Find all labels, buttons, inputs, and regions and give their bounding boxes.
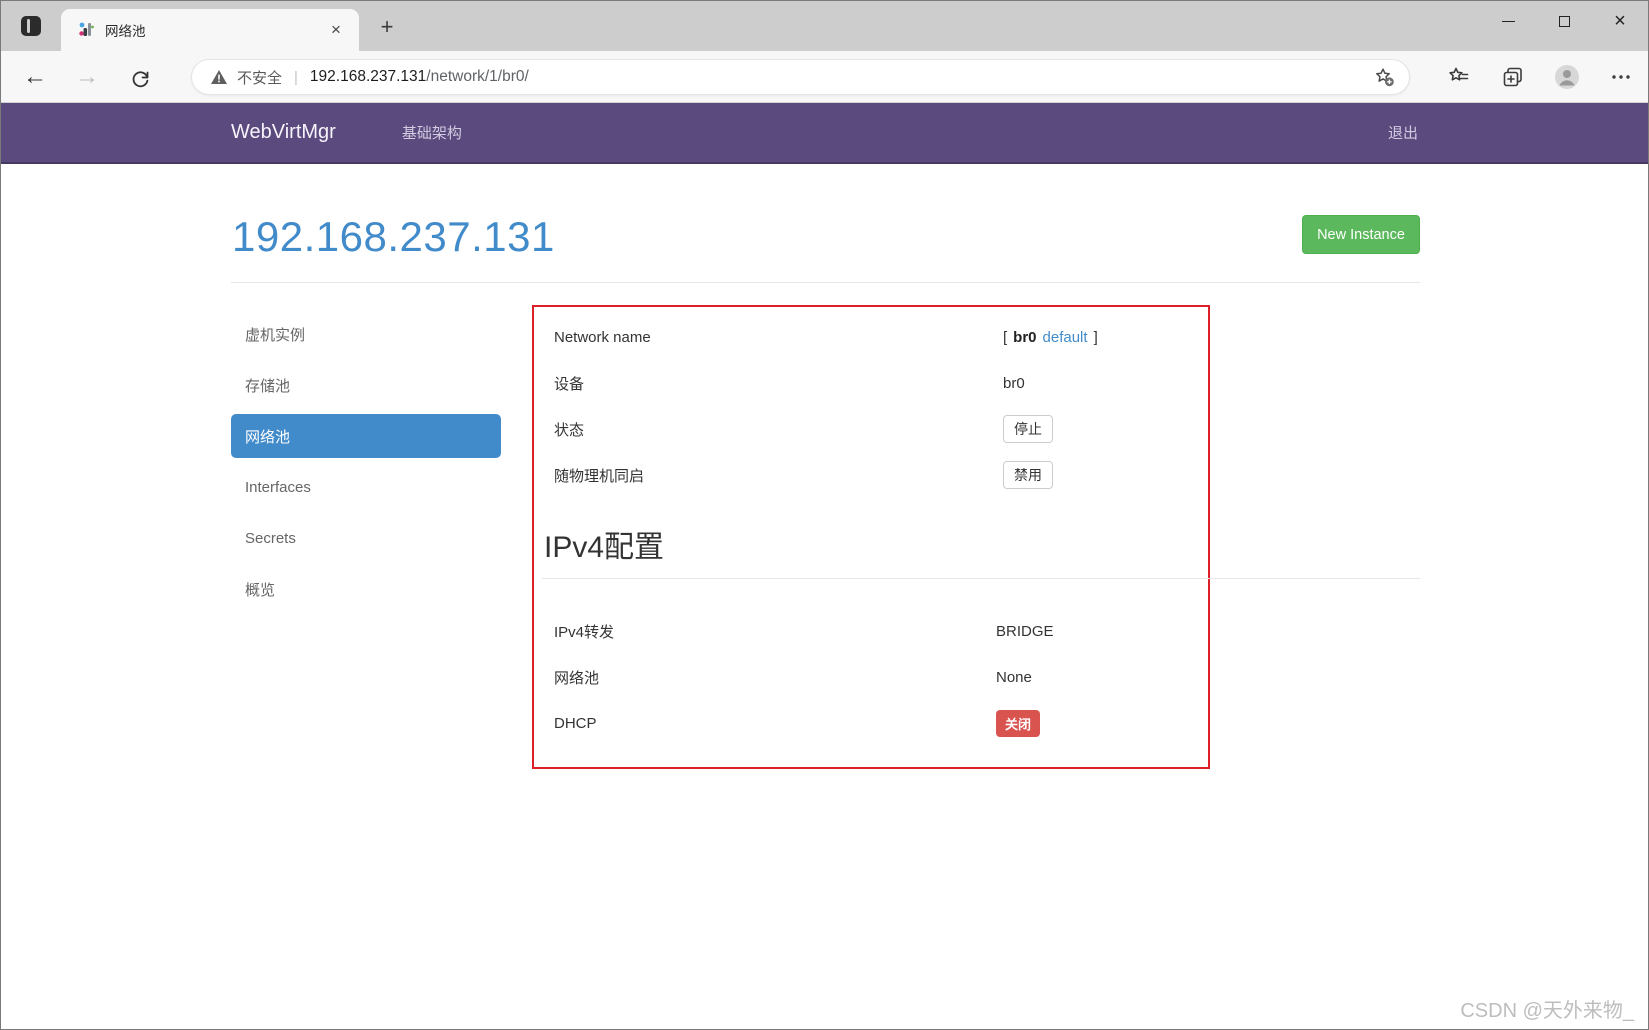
nav-item-infrastructure[interactable]: 基础架构 [402,122,462,143]
warning-icon [210,69,228,85]
tab-actions-icon[interactable] [18,14,44,38]
bracket-close: ] [1093,328,1098,346]
row-autostart: 随物理机同启 禁用 [534,452,1208,498]
network-detail-section: Network name [ br0 default] 设备 br0 状态 停止 随… [534,314,1208,498]
address-bar[interactable]: 不安全 | 192.168.237.131/network/1/br0/ [191,59,1410,95]
sidebar-item-secrets[interactable]: Secrets [231,513,501,564]
row-label: DHCP [554,714,597,732]
state-stop-button[interactable]: 停止 [1003,415,1053,443]
sidebar-nav: 虚机实例 存储池 网络池 Interfaces Secrets 概览 [231,309,501,615]
browser-titlebar: 网络池 × + × [1,1,1648,51]
row-device: 设备 br0 [534,360,1208,406]
refresh-icon [132,70,148,87]
row-label: 网络池 [554,669,600,687]
row-label: 状态 [554,421,585,439]
url-path: /network/1/br0/ [426,68,529,85]
back-button[interactable]: ← [15,51,55,103]
row-label: 随物理机同启 [554,467,645,485]
browser-tab[interactable]: 网络池 × [61,9,359,51]
network-name-value: br0 [1013,328,1037,346]
row-label: Network name [554,328,651,346]
browser-toolbar: ← → 不安全 | 192.168.237.131/network/1/br0/ [1,51,1648,103]
favorites-hub-icon[interactable] [1446,64,1472,90]
maximize-icon [1558,15,1570,27]
dhcp-status-badge: 关闭 [996,709,1041,737]
row-value: [ br0 default] [1003,329,1098,346]
sidebar-item-networks[interactable]: 网络池 [231,414,501,458]
browser-window: 网络池 × + × ← → 不安全 | 192.168.237.131/netw… [0,0,1649,1030]
new-tab-button[interactable]: + [373,14,401,40]
autostart-disable-button[interactable]: 禁用 [1003,461,1053,489]
url-text[interactable]: 192.168.237.131/network/1/br0/ [310,68,529,86]
row-network-pool: 网络池 None [534,654,1208,700]
ipv4-forward-value: BRIDGE [996,622,1054,640]
device-value: br0 [1003,374,1025,392]
close-icon: × [1614,10,1626,32]
sidebar-item-overview[interactable]: 概览 [231,564,501,615]
row-label: IPv4转发 [554,623,615,641]
window-controls: × [1480,1,1648,41]
sidebar-item-interfaces[interactable]: Interfaces [231,462,501,513]
bookmark-star-icon[interactable] [1373,66,1395,88]
window-minimize-button[interactable] [1480,1,1536,41]
url-host: 192.168.237.131 [309,68,427,85]
url-separator: | [294,68,298,86]
collections-icon[interactable] [1500,64,1526,90]
settings-more-icon[interactable] [1608,64,1634,90]
sidebar-item-storages[interactable]: 存储池 [231,360,501,411]
app-brand[interactable]: WebVirtMgr [231,121,336,144]
profile-avatar-icon[interactable] [1554,64,1580,90]
minimize-icon [1501,20,1515,22]
refresh-button[interactable] [125,63,155,93]
row-label: 设备 [554,375,585,393]
new-instance-button[interactable]: New Instance [1302,215,1420,254]
bracket-open: [ [1003,328,1008,346]
favicon [77,21,95,39]
row-dhcp: DHCP 关闭 [534,700,1208,746]
annotation-highlight-box: Network name [ br0 default] 设备 br0 状态 停止 随… [532,305,1210,769]
ipv4-section-heading: IPv4配置 [544,531,665,564]
security-label[interactable]: 不安全 [237,67,282,88]
row-network-name: Network name [ br0 default] [534,314,1208,360]
watermark-text: CSDN @天外来物_ [1460,1000,1634,1022]
sidebar-item-instances[interactable]: 虚机实例 [231,309,501,360]
nav-logout[interactable]: 退出 [1388,103,1418,162]
network-pool-value: None [996,668,1032,686]
app-navbar: WebVirtMgr 基础架构 退出 [1,103,1648,164]
network-default-link[interactable]: default [1043,329,1088,346]
row-state: 状态 停止 [534,406,1208,452]
window-close-button[interactable]: × [1592,1,1648,41]
ipv4-detail-section: IPv4转发 BRIDGE 网络池 None DHCP 关闭 [534,608,1208,746]
tab-close-icon[interactable]: × [325,19,347,41]
ipv4-section-divider [542,578,1420,579]
row-ipv4-forward: IPv4转发 BRIDGE [534,608,1208,654]
forward-button: → [75,63,99,90]
toolbar-icons [1446,51,1634,103]
page-title: 192.168.237.131 [232,213,555,260]
tab-title: 网络池 [105,24,146,39]
title-divider [231,282,1420,283]
window-maximize-button[interactable] [1536,1,1592,41]
